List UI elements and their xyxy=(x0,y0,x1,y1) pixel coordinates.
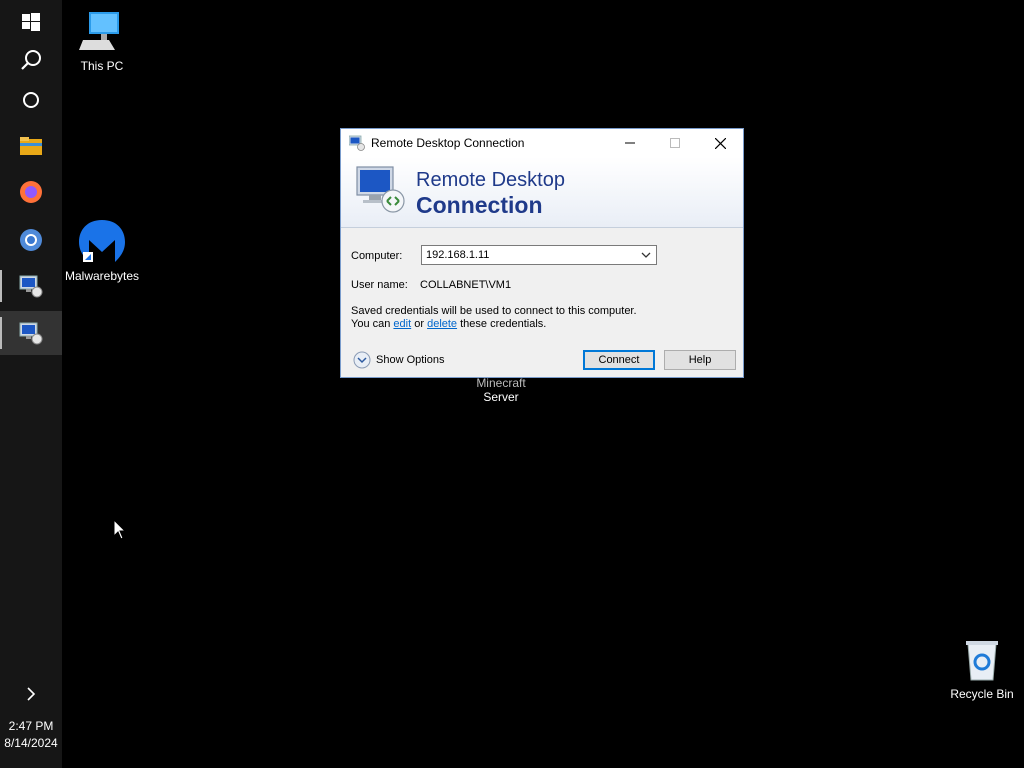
computer-combobox[interactable]: 192.168.1.11 xyxy=(421,245,657,265)
banner-title-line1: Remote Desktop xyxy=(416,169,565,191)
cortana-button[interactable] xyxy=(0,78,62,122)
desktop-icon-label: This PC xyxy=(80,59,124,73)
cortana-icon xyxy=(23,92,39,108)
close-icon xyxy=(714,137,726,149)
rdp-taskbar-button-1[interactable] xyxy=(0,264,62,308)
delete-credentials-link[interactable]: delete xyxy=(427,318,457,330)
chrome-icon xyxy=(20,229,42,251)
credentials-prefix: You can xyxy=(351,318,391,330)
desktop-icon-label-line2: Server xyxy=(483,390,519,404)
chevron-right-icon xyxy=(27,687,36,701)
remote-desktop-logo-icon xyxy=(356,166,405,213)
taskbar-clock[interactable]: 2:47 PM 8/14/2024 xyxy=(0,718,62,752)
credentials-actions-line: You can edit or delete these credentials… xyxy=(351,318,546,330)
computer-icon xyxy=(79,12,119,50)
rdp-taskbar-button-2[interactable] xyxy=(0,311,62,355)
desktop-icon-label: Malwarebytes xyxy=(64,269,140,283)
username-value: COLLABNET\VM1 xyxy=(420,279,512,291)
credentials-or: or xyxy=(414,318,425,330)
minimize-button[interactable] xyxy=(607,129,653,157)
folder-icon xyxy=(20,137,42,155)
saved-credentials-text: Saved credentials will be used to connec… xyxy=(351,305,637,317)
desktop-icon-this-pc[interactable]: This PC xyxy=(57,10,147,73)
rdp-dialog: Remote Desktop Connection Remote Desktop… xyxy=(340,128,744,378)
computer-label: Computer: xyxy=(351,250,403,262)
desktop-icon-minecraft-server[interactable]: Minecraft Server xyxy=(456,374,546,404)
dialog-banner: Remote Desktop Connection xyxy=(341,157,743,228)
recycle-bin-icon xyxy=(966,641,998,681)
desktop-icon-label-line1: Minecraft xyxy=(476,376,526,390)
desktop-icon-malwarebytes[interactable]: Malwarebytes xyxy=(57,218,147,283)
chevron-down-icon[interactable] xyxy=(640,249,652,261)
clock-time: 2:47 PM xyxy=(8,719,54,733)
edit-credentials-link[interactable]: edit xyxy=(393,318,411,330)
desktop-icon-label: Recycle Bin xyxy=(950,687,1014,701)
malwarebytes-icon xyxy=(79,220,125,262)
help-button[interactable]: Help xyxy=(664,350,736,370)
maximize-icon xyxy=(670,138,680,148)
expand-taskbar-button[interactable] xyxy=(0,672,62,716)
close-button[interactable] xyxy=(697,129,743,157)
maximize-button xyxy=(652,129,698,157)
chrome-button[interactable] xyxy=(0,218,62,262)
windows-logo-icon xyxy=(22,13,40,31)
taskbar: 2:47 PM 8/14/2024 xyxy=(0,0,62,768)
firefox-button[interactable] xyxy=(0,170,62,214)
clock-date: 8/14/2024 xyxy=(4,736,58,750)
remote-desktop-icon xyxy=(19,275,43,298)
dialog-title: Remote Desktop Connection xyxy=(371,136,525,150)
credentials-suffix: these credentials. xyxy=(460,318,547,330)
computer-value: 192.168.1.11 xyxy=(426,249,490,261)
remote-desktop-icon xyxy=(349,135,365,151)
connect-button[interactable]: Connect xyxy=(583,350,655,370)
search-icon xyxy=(21,50,41,70)
banner-title-line2: Connection xyxy=(416,192,543,218)
desktop-icon-recycle-bin[interactable]: Recycle Bin xyxy=(937,638,1024,701)
show-options-toggle[interactable]: Show Options xyxy=(353,351,444,369)
firefox-icon xyxy=(20,181,42,203)
file-explorer-button[interactable] xyxy=(0,124,62,168)
username-label: User name: xyxy=(351,279,408,291)
minimize-icon xyxy=(625,142,635,144)
remote-desktop-icon xyxy=(19,322,43,345)
expand-options-icon xyxy=(353,351,371,369)
show-options-label: Show Options xyxy=(376,354,445,366)
search-button[interactable] xyxy=(0,38,62,82)
mouse-cursor-icon xyxy=(113,519,127,540)
dialog-titlebar[interactable]: Remote Desktop Connection xyxy=(341,129,743,157)
